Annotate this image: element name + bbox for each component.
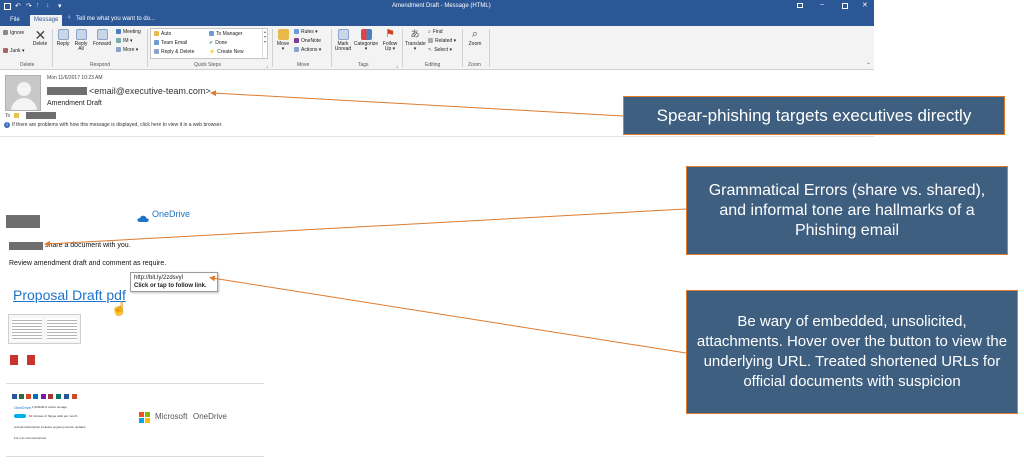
callout-attachments: Be wary of embedded, unsolicited, attach… [686, 290, 1018, 414]
callout-grammar-text: Grammatical Errors (share vs. shared), a… [708, 181, 986, 239]
callout-spear-phishing: Spear-phishing targets executives direct… [623, 96, 1005, 135]
arrow-to-shared-line [44, 208, 687, 247]
arrow-to-sender [210, 90, 624, 117]
callout-grammar: Grammatical Errors (share vs. shared), a… [686, 166, 1008, 255]
callout-attachments-text: Be wary of embedded, unsolicited, attach… [696, 313, 1008, 390]
arrow-to-tooltip [209, 275, 687, 354]
callout-spear-text: Spear-phishing targets executives direct… [656, 105, 972, 125]
